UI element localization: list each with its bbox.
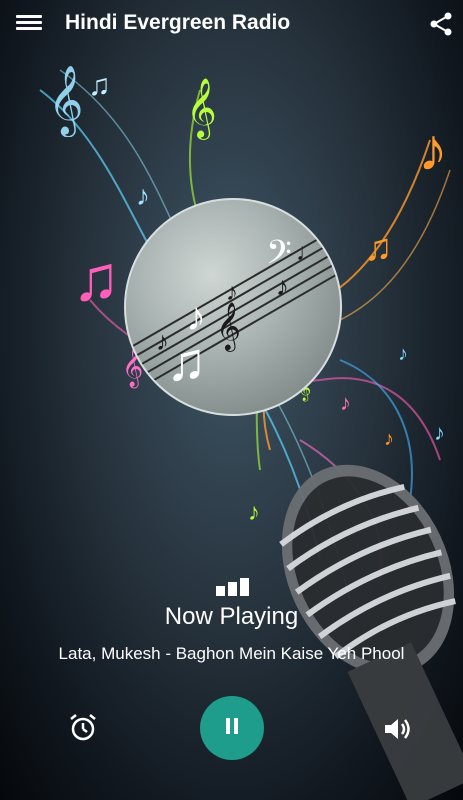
app-bar: Hindi Evergreen Radio <box>0 0 463 48</box>
now-playing-label: Now Playing <box>164 603 299 630</box>
svg-text:♩: ♩ <box>296 239 320 266</box>
pause-button[interactable] <box>200 696 264 760</box>
svg-text:♫: ♫ <box>166 332 207 392</box>
svg-text:♫: ♫ <box>72 242 120 314</box>
svg-text:♪: ♪ <box>156 326 169 356</box>
svg-text:𝄞: 𝄞 <box>48 66 83 137</box>
album-art: 𝄞 𝄢 ♫ ♪ ♪ ♪ ♪ ♩ <box>124 198 342 416</box>
equalizer-icon <box>216 578 249 596</box>
svg-text:♫: ♫ <box>364 227 393 269</box>
svg-text:♪: ♪ <box>226 279 238 306</box>
svg-text:♪: ♪ <box>434 420 445 445</box>
svg-text:♪: ♪ <box>340 390 351 415</box>
svg-text:𝄞: 𝄞 <box>186 78 217 140</box>
share-icon[interactable] <box>428 11 454 37</box>
pause-icon <box>224 717 240 739</box>
svg-text:♪: ♪ <box>136 180 150 211</box>
alarm-icon[interactable] <box>67 712 99 744</box>
svg-text:♪: ♪ <box>248 499 260 526</box>
svg-text:𝄞: 𝄞 <box>216 302 241 352</box>
svg-text:♪: ♪ <box>418 116 448 183</box>
app-title: Hindi Evergreen Radio <box>65 11 291 34</box>
svg-text:♫: ♫ <box>88 69 111 102</box>
track-title: Lata, Mukesh - Baghon Mein Kaise Yeh Pho… <box>58 644 405 663</box>
volume-icon[interactable] <box>382 714 412 744</box>
svg-text:♪: ♪ <box>398 343 408 365</box>
svg-text:♪: ♪ <box>186 295 206 339</box>
player-screen: 𝄞 ♫ 𝄞 ♪ ♪ ♫ ♫ 𝄞 ♪ ♪ ♪ ♪ ♪ 𝄞 <box>0 0 463 800</box>
menu-icon[interactable] <box>16 12 42 34</box>
svg-text:♪: ♪ <box>276 271 289 301</box>
svg-text:♪: ♪ <box>384 428 394 450</box>
